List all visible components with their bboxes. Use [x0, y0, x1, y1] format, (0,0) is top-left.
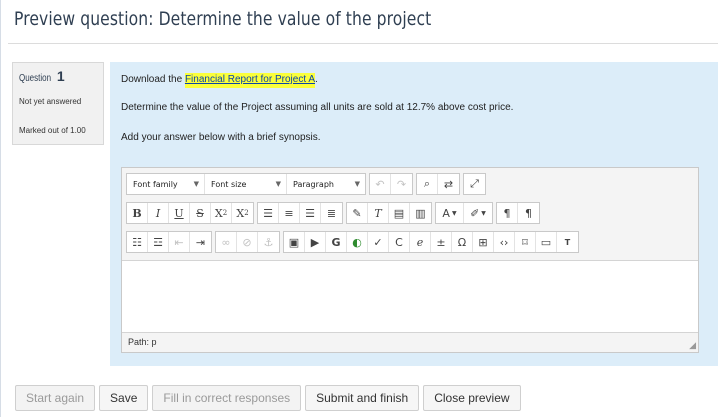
redo-icon[interactable]: ↷ — [391, 174, 412, 194]
bookmark-icon[interactable]: ⌑ — [515, 232, 536, 252]
question-content: Download the Financial Report for Projec… — [110, 62, 718, 366]
direction-group: ¶ ¶ — [496, 202, 540, 224]
align-left-icon[interactable]: ☰ — [258, 203, 279, 223]
start-again-button[interactable]: Start again — [15, 385, 96, 411]
question-number-label: Question 1 — [19, 68, 65, 84]
omega-icon[interactable]: Ω — [452, 232, 473, 252]
toolbar-row-3: ☷ ☲ ⇤ ⇥ ∞ ⊘ ⚓ ▣ ▶ G ◐ ✓ C e ± Ω ⊞ ‹› ⌑ ▭… — [126, 230, 579, 254]
spellcheck-icon[interactable]: ✓ — [368, 232, 389, 252]
font-family-value: Font family — [133, 179, 178, 189]
indent-icon[interactable]: ⇥ — [190, 232, 211, 252]
code-icon[interactable]: ‹› — [494, 232, 515, 252]
toolbar-row-1: Font family ▼ Font size ▼ Paragraph ▼ ↶ ↷ ⌕… — [126, 172, 486, 196]
editor-statusbar: Path: p ◢ — [122, 332, 698, 352]
question-number: 1 — [56, 68, 65, 84]
image-icon[interactable]: ▣ — [284, 232, 305, 252]
equation-icon[interactable]: e — [410, 232, 431, 252]
paste-word-icon[interactable]: ▥ — [410, 203, 431, 223]
template-icon[interactable]: ▭ — [536, 232, 557, 252]
table-icon[interactable]: ⊞ — [473, 232, 494, 252]
question-label: Question — [19, 73, 52, 84]
question-info-panel: Question 1 Not yet answered Marked out o… — [12, 62, 104, 145]
financial-report-link[interactable]: Financial Report for Project A — [184, 73, 315, 88]
title-divider — [8, 43, 718, 44]
fullscreen-group: ⤢ — [463, 173, 486, 195]
chevron-down-icon: ▼ — [193, 180, 199, 188]
paste-text-icon[interactable]: ▤ — [389, 203, 410, 223]
recordrtc-icon[interactable]: ◐ — [347, 232, 368, 252]
color-group: A ▼ ✐ ▼ — [435, 202, 493, 224]
format-dropdowns: Font family ▼ Font size ▼ Paragraph ▼ — [126, 173, 366, 195]
find-replace-group: ⌕ ⇄ — [416, 173, 460, 195]
background-color-icon[interactable]: ✐ ▼ — [464, 203, 492, 223]
fullscreen-icon[interactable]: ⤢ — [464, 174, 485, 194]
alignment-group: ☰ ≡ ☰ ≣ — [257, 202, 343, 224]
font-family-select[interactable]: Font family ▼ — [127, 174, 205, 194]
paragraph-format-select[interactable]: Paragraph ▼ — [287, 174, 365, 194]
paragraph-format-value: Paragraph — [293, 179, 334, 189]
question-controls: Start again Save Fill in correct respons… — [15, 385, 521, 411]
download-suffix: . — [315, 74, 318, 85]
outdent-icon[interactable]: ⇤ — [169, 232, 190, 252]
question-state: Not yet answered — [19, 97, 82, 106]
resize-handle-icon[interactable]: ◢ — [689, 340, 696, 351]
g-icon[interactable]: G — [326, 232, 347, 252]
align-center-icon[interactable]: ≡ — [279, 203, 300, 223]
superscript-icon[interactable]: X2 — [232, 203, 253, 223]
chevron-down-icon: ▼ — [354, 180, 360, 188]
question-text-download: Download the Financial Report for Projec… — [121, 73, 318, 88]
text-color-icon[interactable]: A ▼ — [436, 203, 464, 223]
close-preview-button[interactable]: Close preview — [423, 385, 521, 411]
undo-redo-group: ↶ ↷ — [369, 173, 413, 195]
editor-path: Path: p — [128, 337, 157, 347]
anchor-icon[interactable]: ⚓ — [258, 232, 279, 252]
chevron-down-icon: ▼ — [275, 180, 281, 188]
frame-border — [0, 0, 1, 417]
align-justify-icon[interactable]: ≣ — [321, 203, 342, 223]
question-text-instructions: Determine the value of the Project assum… — [121, 102, 514, 113]
find-icon[interactable]: ⌕ — [417, 174, 438, 194]
italic-icon[interactable]: I — [148, 203, 169, 223]
clear-format-icon[interactable]: ✎ — [347, 203, 368, 223]
toolbar-row-2: B I U S X2 X2 ☰ ≡ ☰ ≣ ✎ T ▤ ▥ A ▼ ✐ ▼ ¶ … — [126, 201, 540, 225]
strikethrough-icon[interactable]: S — [190, 203, 211, 223]
clipboard-group: ✎ T ▤ ▥ — [346, 202, 432, 224]
bold-icon[interactable]: B — [127, 203, 148, 223]
list-group: ☷ ☲ ⇤ ⇥ — [126, 231, 212, 253]
plus-minus-icon[interactable]: ± — [431, 232, 452, 252]
answer-text-area[interactable] — [122, 261, 698, 333]
fill-correct-responses-button[interactable]: Fill in correct responses — [152, 385, 302, 411]
link-group: ∞ ⊘ ⚓ — [215, 231, 280, 253]
replace-icon[interactable]: ⇄ — [438, 174, 459, 194]
editor-toolbar: Font family ▼ Font size ▼ Paragraph ▼ ↶ ↷ ⌕… — [122, 168, 698, 261]
underline-icon[interactable]: U — [169, 203, 190, 223]
question-grade: Marked out of 1.00 — [19, 126, 86, 135]
font-size-select[interactable]: Font size ▼ — [205, 174, 287, 194]
submit-and-finish-button[interactable]: Submit and finish — [305, 385, 420, 411]
media-icon[interactable]: ▶ — [305, 232, 326, 252]
save-button[interactable]: Save — [99, 385, 149, 411]
numbered-list-icon[interactable]: ☲ — [148, 232, 169, 252]
align-right-icon[interactable]: ☰ — [300, 203, 321, 223]
text-style-group: B I U S X2 X2 — [126, 202, 254, 224]
question-text-answer-prompt: Add your answer below with a brief synop… — [121, 132, 321, 143]
rtl-icon[interactable]: ¶ — [518, 203, 539, 223]
undo-icon[interactable]: ↶ — [370, 174, 391, 194]
remove-format-icon[interactable]: T — [368, 203, 389, 223]
subscript-icon[interactable]: X2 — [211, 203, 232, 223]
page-title: Preview question: Determine the value of… — [14, 8, 432, 30]
insert-group: ▣ ▶ G ◐ ✓ C e ± Ω ⊞ ‹› ⌑ ▭ T — [283, 231, 579, 253]
download-prefix: Download the — [121, 74, 185, 85]
font-size-value: Font size — [211, 179, 247, 189]
answer-editor: Font family ▼ Font size ▼ Paragraph ▼ ↶ ↷ ⌕… — [121, 167, 699, 353]
c-icon[interactable]: C — [389, 232, 410, 252]
unlink-icon[interactable]: ⊘ — [237, 232, 258, 252]
bullet-list-icon[interactable]: ☷ — [127, 232, 148, 252]
tex-icon[interactable]: T — [557, 232, 578, 252]
ltr-icon[interactable]: ¶ — [497, 203, 518, 223]
link-icon[interactable]: ∞ — [216, 232, 237, 252]
